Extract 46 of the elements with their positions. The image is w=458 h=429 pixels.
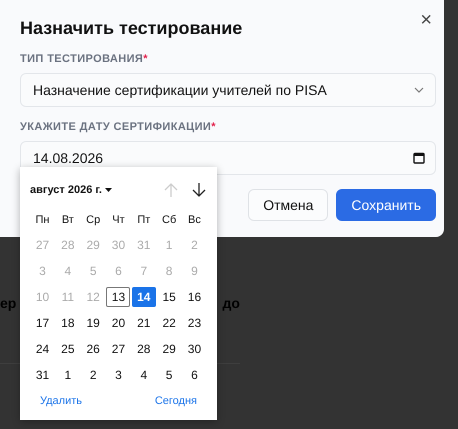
weekday-label: Вт	[60, 213, 75, 228]
calendar-day[interactable]: 3	[106, 365, 130, 385]
calendar-day[interactable]: 4	[132, 365, 156, 385]
caret-icon	[104, 188, 112, 192]
calendar-day[interactable]: 27	[106, 339, 130, 359]
today-link[interactable]: Сегодня	[154, 395, 197, 407]
calendar-day[interactable]: 16	[182, 287, 206, 307]
calendar-day[interactable]: 25	[56, 339, 80, 359]
select-field[interactable]: Назначение сертификации учителей по PISA	[20, 73, 436, 107]
weekday-label: Вс	[187, 213, 202, 228]
calendar-day[interactable]: 15	[157, 287, 182, 307]
month-dropdown[interactable]: август 2026 г.	[30, 184, 112, 196]
calendar-day[interactable]: 20	[106, 313, 130, 333]
calendar-day[interactable]: 29	[157, 339, 182, 359]
weekday-label: Пт	[136, 213, 152, 228]
close-button[interactable]: ×	[416, 10, 436, 30]
calendar-day[interactable]: 30	[182, 339, 206, 359]
calendar-day[interactable]: 14	[132, 287, 156, 307]
calendar-day[interactable]: 2	[81, 365, 106, 385]
calendar-day[interactable]: 17	[30, 313, 54, 333]
calendar-icon	[413, 152, 425, 164]
calendar-day[interactable]: 24	[30, 339, 54, 359]
calendar-day[interactable]: 22	[157, 313, 182, 333]
calendar-day[interactable]: 31	[30, 365, 54, 385]
calendar-day[interactable]: 18	[56, 313, 80, 333]
chevron-down-icon	[413, 86, 425, 94]
calendar-day[interactable]: 13	[106, 287, 130, 307]
field-label: ТИП ТЕСТИРОВАНИЯ*	[20, 53, 149, 65]
weekday-label: Сб	[161, 213, 178, 228]
calendar-day[interactable]: 26	[81, 339, 106, 359]
weekday-label: Пн	[34, 213, 50, 228]
save-button[interactable]: Сохранить	[336, 189, 436, 221]
weekday-label: Чт	[111, 213, 126, 228]
calendar-day[interactable]: 21	[132, 313, 156, 333]
calendar-day[interactable]: 1	[56, 365, 80, 385]
calendar-day[interactable]: 28	[132, 339, 156, 359]
calendar-day[interactable]: 23	[182, 313, 206, 333]
clear-link[interactable]: Удалить	[40, 395, 82, 407]
calendar-day[interactable]: 19	[81, 313, 106, 333]
weekday-label: Ср	[85, 213, 102, 228]
dialog-title: Назначить тестирование	[20, 18, 242, 39]
field-label: УКАЖИТЕ ДАТУ СЕРТИФИКАЦИИ*	[20, 121, 217, 133]
cancel-button[interactable]: Отмена	[248, 189, 328, 221]
calendar-day[interactable]: 5	[157, 365, 182, 385]
calendar-day[interactable]: 6	[182, 365, 206, 385]
arrow-down-icon[interactable]	[191, 182, 207, 198]
